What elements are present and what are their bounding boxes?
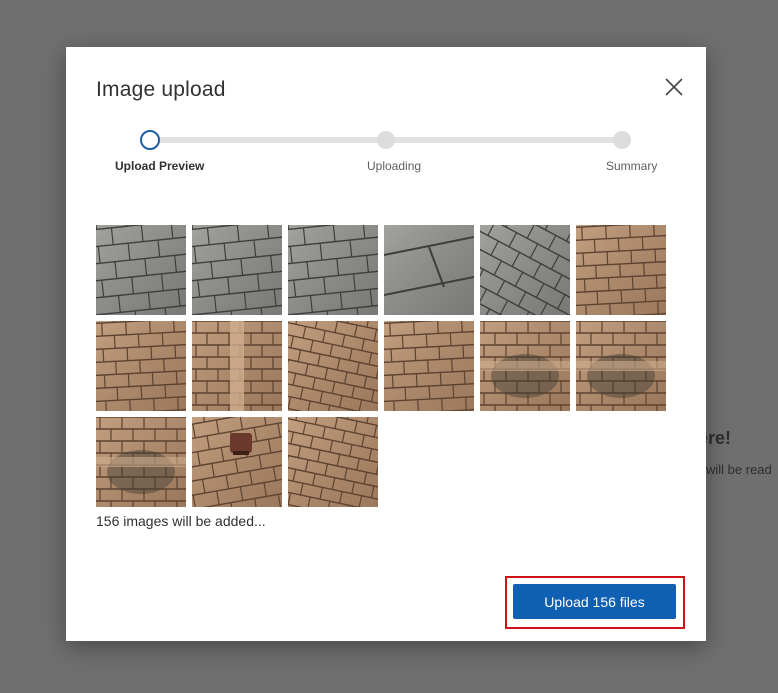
image-thumbnail: [576, 225, 666, 315]
dialog-title: Image upload: [96, 78, 226, 101]
image-thumbnail: [480, 321, 570, 411]
close-button[interactable]: [662, 75, 686, 99]
thumbnail-grid: [96, 225, 666, 507]
step-label-upload-preview: Upload Preview: [115, 159, 205, 173]
image-thumbnail: [576, 321, 666, 411]
image-thumbnail: [288, 321, 378, 411]
image-thumbnail: [384, 225, 474, 315]
page-backdrop: ere! will be read Image upload Upload Pr…: [0, 0, 778, 693]
background-text: will be read: [706, 462, 772, 477]
image-thumbnail: [96, 225, 186, 315]
step-label-uploading: Uploading: [367, 159, 422, 173]
image-thumbnail: [192, 417, 282, 507]
image-thumbnail: [192, 225, 282, 315]
image-thumbnail: [96, 417, 186, 507]
image-thumbnail: [384, 321, 474, 411]
step-label-summary: Summary: [606, 159, 658, 173]
image-upload-dialog: Image upload Upload Preview Uploading Su…: [66, 47, 706, 641]
close-icon: [665, 78, 683, 96]
image-thumbnail: [480, 225, 570, 315]
step-dot-upload-preview: [140, 130, 160, 150]
image-count-text: 156 images will be added...: [96, 513, 266, 529]
image-thumbnail: [288, 225, 378, 315]
upload-files-button[interactable]: Upload 156 files: [513, 584, 676, 619]
image-thumbnail: [96, 321, 186, 411]
image-thumbnail: [288, 417, 378, 507]
step-dot-summary: [613, 131, 631, 149]
image-thumbnail: [192, 321, 282, 411]
step-dot-uploading: [377, 131, 395, 149]
